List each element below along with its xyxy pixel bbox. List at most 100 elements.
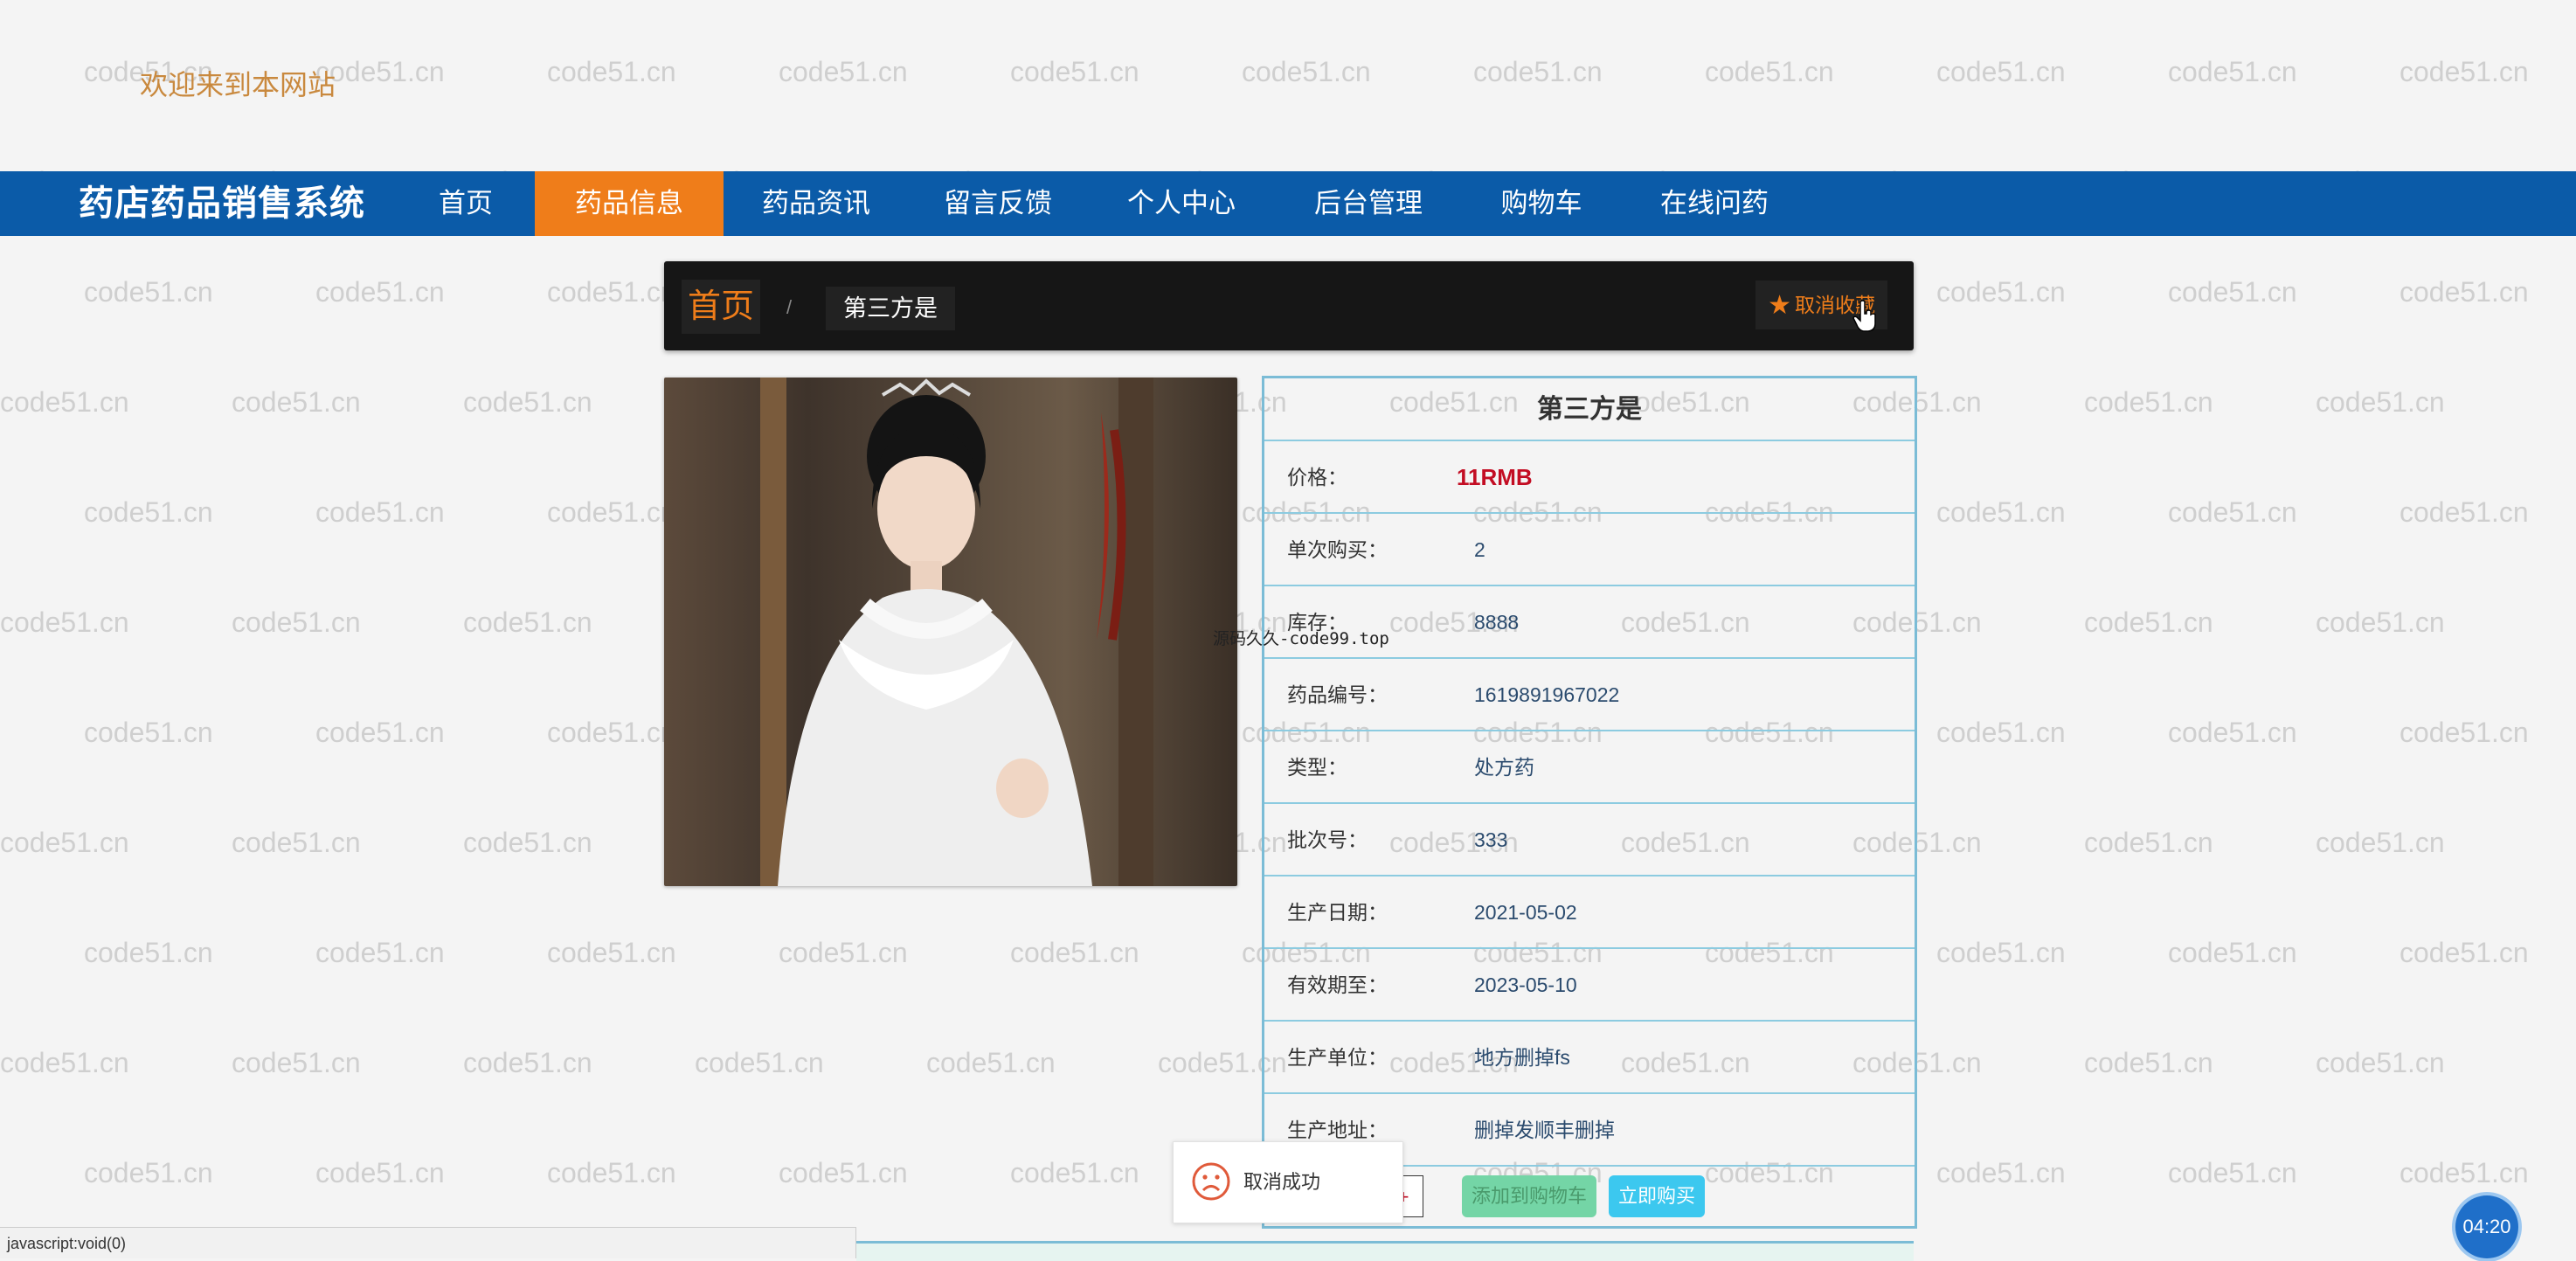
watermark-text: code51.cn	[2168, 717, 2297, 748]
watermark-text: code51.cn	[1936, 56, 2066, 87]
product-name: 第三方是	[1537, 395, 1642, 424]
watermark-text: code51.cn	[1936, 1157, 2066, 1188]
watermark-text: code51.cn	[84, 276, 213, 308]
breadcrumb-current: 第三方是	[826, 287, 955, 330]
nav-item-home[interactable]: 首页	[400, 171, 531, 236]
watermark-text: code51.cn	[1473, 56, 1603, 87]
nav-item-drug-info[interactable]: 药品信息	[535, 171, 724, 236]
info-row-batch: 批次号： 333	[1264, 802, 1915, 876]
watermark-text: code51.cn	[779, 56, 908, 87]
info-row-expiry: 有效期至： 2023-05-10	[1264, 947, 1915, 1022]
source-watermark: 源码久久-code99.top	[1213, 629, 1389, 648]
row-value: 333	[1474, 828, 1508, 851]
watermark-text: code51.cn	[2316, 606, 2445, 638]
watermark-text: code51.cn	[463, 1047, 592, 1078]
watermark-text: code51.cn	[315, 496, 445, 528]
nav-item-profile[interactable]: 个人中心	[1092, 171, 1271, 236]
row-value: 1619891967022	[1474, 683, 1620, 706]
watermark-text: code51.cn	[2399, 276, 2529, 308]
info-row-type: 类型： 处方药	[1264, 730, 1915, 804]
row-label: 有效期至：	[1287, 973, 1388, 996]
watermark-text: code51.cn	[1242, 56, 1371, 87]
toast-message: 取消成功	[1173, 1141, 1403, 1223]
row-label: 生产日期：	[1287, 901, 1388, 924]
watermark-text: code51.cn	[232, 606, 361, 638]
breadcrumb-home-link[interactable]: 首页	[682, 280, 760, 334]
watermark-text: code51.cn	[1936, 937, 2066, 968]
watermark-text: code51.cn	[547, 1157, 676, 1188]
watermark-text: code51.cn	[1936, 717, 2066, 748]
nav-item-feedback[interactable]: 留言反馈	[909, 171, 1087, 236]
watermark-text: code51.cn	[2316, 1047, 2445, 1078]
watermark-text: code51.cn	[779, 1157, 908, 1188]
watermark-text: code51.cn	[547, 56, 676, 87]
watermark-text: code51.cn	[84, 937, 213, 968]
watermark-text: code51.cn	[2399, 56, 2529, 87]
site-brand[interactable]: 药店药品销售系统	[79, 171, 365, 236]
watermark-text: code51.cn	[1010, 56, 1139, 87]
watermark-text: code51.cn	[926, 1047, 1056, 1078]
watermark-text: code51.cn	[232, 1047, 361, 1078]
watermark-text: code51.cn	[0, 827, 129, 858]
watermark-text: code51.cn	[2168, 56, 2297, 87]
watermark-text: code51.cn	[463, 606, 592, 638]
watermark-text: code51.cn	[463, 386, 592, 418]
row-value: 删掉发顺丰删掉	[1474, 1119, 1615, 1141]
watermark-text: code51.cn	[2316, 827, 2445, 858]
watermark-text: code51.cn	[84, 1157, 213, 1188]
watermark-text: code51.cn	[232, 827, 361, 858]
info-row-drug-code: 药品编号： 1619891967022	[1264, 657, 1915, 731]
nav-item-consult[interactable]: 在线问药	[1624, 171, 1805, 236]
star-icon: ★	[1768, 291, 1791, 320]
buy-now-button[interactable]: 立即购买	[1609, 1175, 1705, 1217]
row-value: 8888	[1474, 611, 1520, 634]
watermark-text: code51.cn	[315, 937, 445, 968]
info-row-manufacturer: 生产单位： 地方删掉fs	[1264, 1020, 1915, 1094]
product-info-panel: 第三方是 价格： 11RMB 单次购买： 2 库存： 8888 药品编号： 16…	[1262, 376, 1917, 1229]
watermark-text: code51.cn	[2168, 1157, 2297, 1188]
watermark-text: code51.cn	[2399, 717, 2529, 748]
watermark-text: code51.cn	[547, 496, 676, 528]
browser-status-bar: javascript:void(0)	[0, 1227, 856, 1258]
row-label: 价格：	[1287, 466, 1347, 488]
product-photo	[664, 378, 1237, 886]
row-value: 地方删掉fs	[1474, 1046, 1570, 1069]
watermark-text: code51.cn	[315, 1157, 445, 1188]
watermark-text: code51.cn	[1705, 56, 1834, 87]
product-image	[664, 378, 1237, 886]
row-value-price: 11RMB	[1457, 464, 1533, 490]
nav-item-admin[interactable]: 后台管理	[1278, 171, 1459, 236]
watermark-text: code51.cn	[1936, 276, 2066, 308]
nav-item-drug-news[interactable]: 药品资讯	[727, 171, 905, 236]
watermark-text: code51.cn	[2168, 937, 2297, 968]
row-value: 2021-05-02	[1474, 901, 1577, 924]
hand-cursor-icon	[1852, 300, 1876, 332]
sad-face-icon	[1192, 1162, 1230, 1201]
watermark-text: code51.cn	[2399, 937, 2529, 968]
watermark-text: code51.cn	[547, 276, 676, 308]
watermark-text: code51.cn	[0, 386, 129, 418]
top-navbar: 药店药品销售系统 首页 药品信息 药品资讯 留言反馈 个人中心 后台管理 购物车…	[0, 171, 2576, 236]
watermark-text: code51.cn	[463, 827, 592, 858]
row-value: 2	[1474, 538, 1485, 561]
watermark-text: code51.cn	[315, 276, 445, 308]
breadcrumb-separator: /	[786, 296, 793, 318]
watermark-text: code51.cn	[2084, 827, 2213, 858]
info-row-price: 价格： 11RMB	[1264, 440, 1915, 514]
watermark-text: code51.cn	[2399, 1157, 2529, 1188]
breadcrumb: 首页 / 第三方是 ★ 取消收藏	[664, 261, 1914, 350]
watermark-text: code51.cn	[2084, 606, 2213, 638]
watermark-text: code51.cn	[695, 1047, 824, 1078]
watermark-text: code51.cn	[1010, 937, 1139, 968]
watermark-text: code51.cn	[84, 717, 213, 748]
watermark-text: code51.cn	[2084, 386, 2213, 418]
info-row-production-date: 生产日期： 2021-05-02	[1264, 875, 1915, 949]
watermark-text: code51.cn	[2316, 386, 2445, 418]
watermark-text: code51.cn	[315, 717, 445, 748]
watermark-text: code51.cn	[232, 386, 361, 418]
row-label: 批次号：	[1287, 828, 1368, 851]
nav-item-cart[interactable]: 购物车	[1465, 171, 1618, 236]
toast-text: 取消成功	[1243, 1171, 1321, 1193]
watermark-text: code51.cn	[2168, 276, 2297, 308]
add-to-cart-button[interactable]: 添加到购物车	[1462, 1175, 1596, 1217]
